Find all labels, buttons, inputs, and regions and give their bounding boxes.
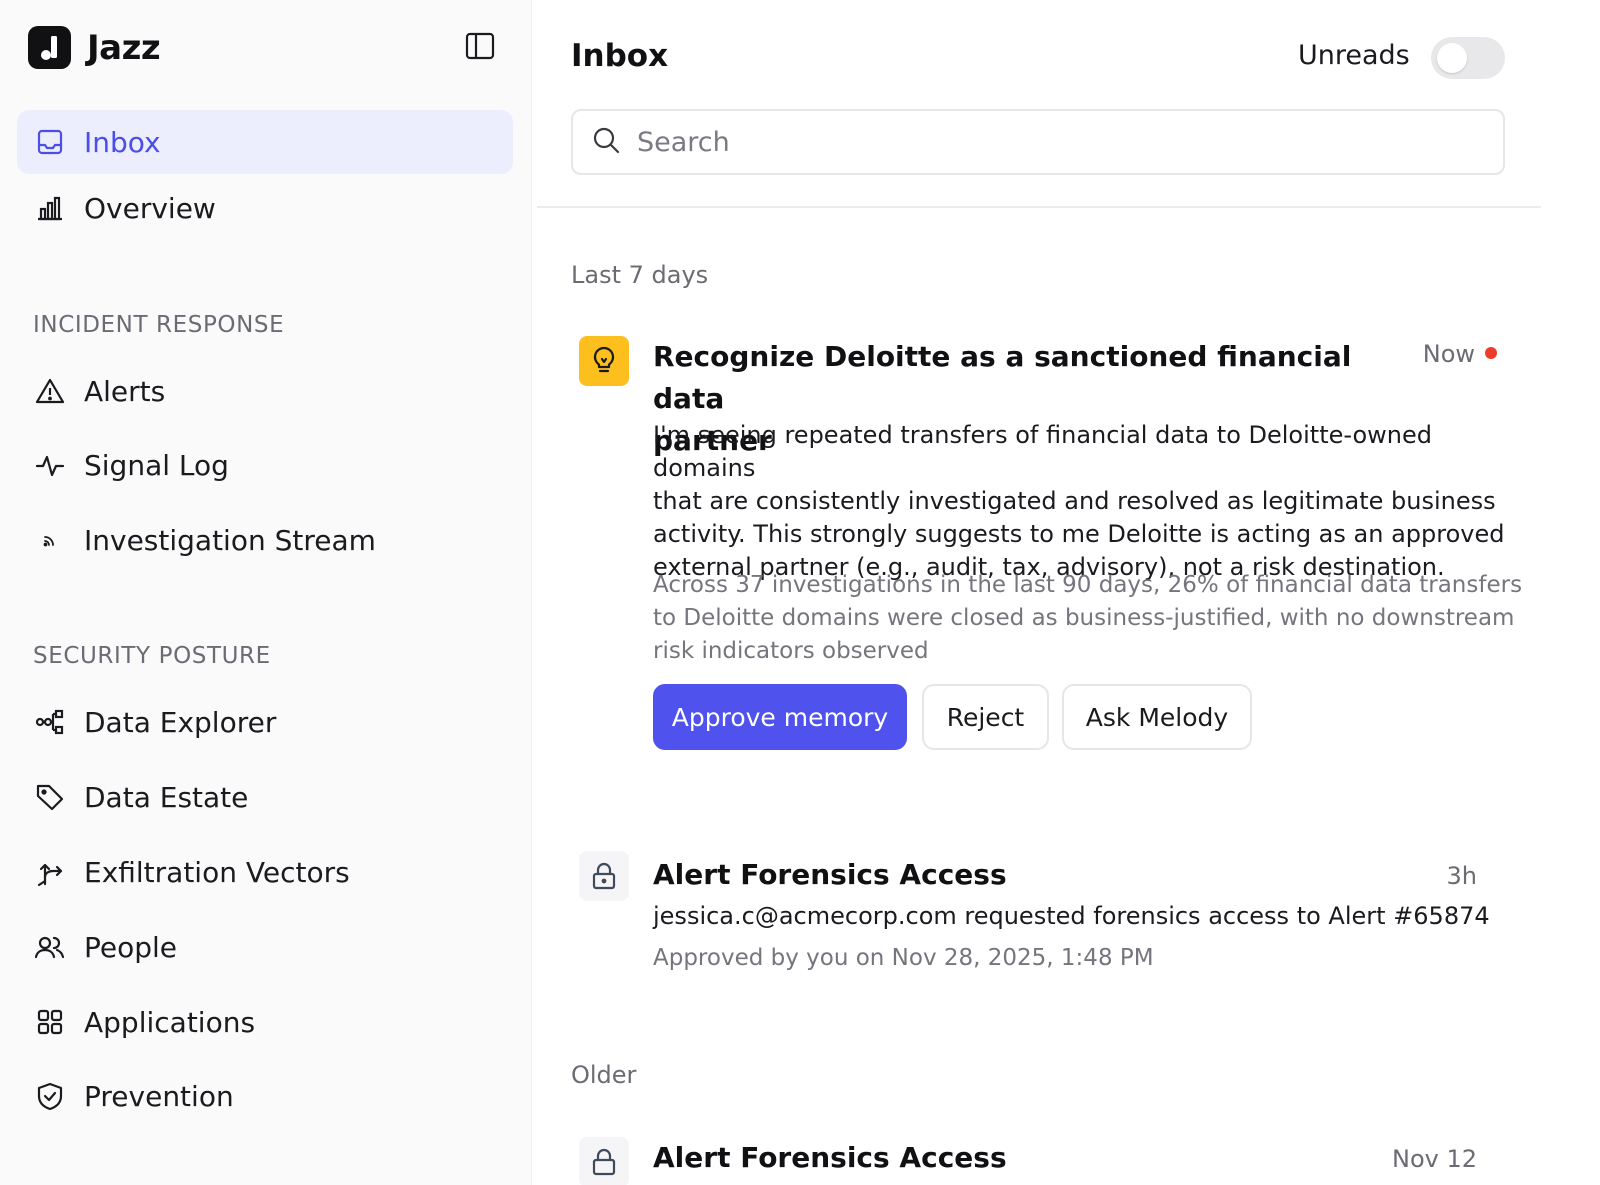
approve-memory-button[interactable]: Approve memory [653, 684, 907, 750]
sidebar-item-label: Inbox [84, 125, 161, 159]
toggle-knob [1437, 43, 1467, 73]
warning-triangle-icon [34, 375, 66, 407]
inbox-item-title[interactable]: Alert Forensics Access [653, 1137, 1253, 1179]
sidebar-item-investigation-stream[interactable]: Investigation Stream [17, 508, 513, 572]
sidebar-item-prevention[interactable]: Prevention [17, 1064, 513, 1128]
header-divider [537, 206, 1541, 208]
sidebar-item-label: Investigation Stream [84, 523, 376, 557]
grid-icon [34, 1006, 66, 1038]
tag-icon [34, 781, 66, 813]
brand[interactable]: Jazz [28, 26, 161, 69]
sidebar-item-data-explorer[interactable]: Data Explorer [17, 690, 513, 754]
lock-icon [579, 851, 629, 901]
sidebar-item-people[interactable]: People [17, 915, 513, 979]
app-name: Jazz [87, 27, 161, 68]
reject-button[interactable]: Reject [922, 684, 1049, 750]
section-title-security-posture: SECURITY POSTURE [33, 643, 271, 669]
sidebar-item-label: Overview [84, 191, 216, 225]
sidebar-item-exfiltration-vectors[interactable]: Exfiltration Vectors [17, 840, 513, 904]
inbox-item-sub: Approved by you on Nov 28, 2025, 1:48 PM [653, 945, 1154, 971]
evidence-line: to Deloitte domains were closed as busin… [653, 605, 1515, 631]
title-line: Recognize Deloitte as a sanctioned finan… [653, 340, 1352, 415]
body-line: activity. This strongly suggests to me D… [653, 520, 1505, 548]
sidebar-item-label: Applications [84, 1005, 256, 1039]
activity-icon [34, 449, 66, 481]
sidebar-item-label: Prevention [84, 1079, 234, 1113]
ask-melody-button[interactable]: Ask Melody [1062, 684, 1252, 750]
sidebar-item-overview[interactable]: Overview [17, 176, 513, 240]
users-icon [34, 931, 66, 963]
sidebar-item-label: Data Estate [84, 780, 249, 814]
sidebar-item-label: People [84, 930, 178, 964]
sidebar-item-label: Exfiltration Vectors [84, 855, 350, 889]
main-panel: Inbox Unreads Last 7 days Recognize Delo… [533, 0, 1600, 1185]
group-label-older: Older [571, 1061, 637, 1089]
evidence-line: Across 37 investigations in the last 90 … [653, 572, 1523, 598]
jazz-logo-icon [28, 26, 71, 69]
evidence-line: risk indicators observed [653, 638, 929, 664]
inbox-item-body: I'm seeing repeated transfers of financi… [653, 419, 1523, 584]
sidebar-item-signal-log[interactable]: Signal Log [17, 433, 513, 497]
search-box[interactable] [571, 109, 1505, 175]
body-line: I'm seeing repeated transfers of financi… [653, 421, 1432, 482]
unread-dot [1485, 347, 1497, 359]
inbox-item-body: jessica.c@acmecorp.com requested forensi… [653, 902, 1490, 930]
search-input[interactable] [637, 126, 1457, 158]
section-title-incident-response: INCIDENT RESPONSE [33, 312, 285, 338]
sidebar-item-label: Data Explorer [84, 705, 277, 739]
bar-chart-icon [34, 192, 66, 224]
lightbulb-icon [579, 336, 629, 386]
sidebar: Jazz Inbox Overview INCIDENT RESPONSE Al… [0, 0, 532, 1185]
page-title: Inbox [571, 38, 669, 74]
unreads-toggle[interactable] [1431, 37, 1505, 79]
inbox-item-time: 3h [1446, 862, 1477, 890]
lock-icon [579, 1137, 629, 1185]
inbox-item-time: Nov 12 [1391, 1145, 1477, 1173]
unreads-label: Unreads [1298, 40, 1410, 71]
inbox-item-evidence: Across 37 investigations in the last 90 … [653, 569, 1523, 668]
sidebar-item-label: Signal Log [84, 448, 229, 482]
search-icon [591, 125, 621, 159]
network-icon [34, 706, 66, 738]
group-label-last-7-days: Last 7 days [571, 261, 709, 289]
sidebar-item-alerts[interactable]: Alerts [17, 359, 513, 423]
sidebar-item-data-estate[interactable]: Data Estate [17, 765, 513, 829]
sidebar-item-applications[interactable]: Applications [17, 990, 513, 1054]
split-arrow-icon [34, 856, 66, 888]
sidebar-panel-icon[interactable] [464, 30, 496, 62]
inbox-item-time: Now [1422, 340, 1475, 368]
inbox-icon [34, 126, 66, 158]
inbox-item-title[interactable]: Alert Forensics Access [653, 854, 1253, 896]
shield-check-icon [34, 1080, 66, 1112]
sidebar-item-inbox[interactable]: Inbox [17, 110, 513, 174]
rss-icon [34, 524, 66, 556]
sidebar-item-label: Alerts [84, 374, 166, 408]
body-line: that are consistently investigated and r… [653, 487, 1496, 515]
